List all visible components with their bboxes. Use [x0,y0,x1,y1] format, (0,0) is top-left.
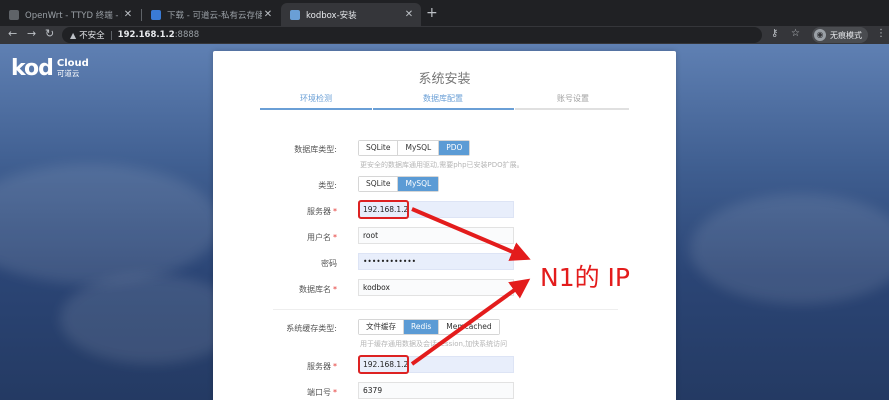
browser-toolbar: ← → ↻ ▲ 不安全 192.168.1.2 :8888 ⚷ ☆ ◉ 无痕模式… [0,26,889,44]
tab-title: OpenWrt - TTYD 终端 - LuCI [25,10,122,21]
tab-kodbox-install[interactable]: kodbox-安装 ✕ [281,3,421,26]
arrow-to-cache-server [410,278,531,366]
arrow-to-server [411,207,531,261]
kodcloud-icon [151,9,161,20]
key-icon[interactable]: ⚷ [771,28,778,39]
tab-openwrt[interactable]: OpenWrt - TTYD 终端 - LuCI ✕ [0,3,140,26]
close-icon[interactable]: ✕ [122,9,134,20]
kodbox-icon [290,9,300,20]
new-tab-button[interactable]: + [426,5,438,21]
page-viewport: kod Cloud 可道云 系统安装 环境检测 数据库配置 账号设置 数据库类型… [0,44,889,400]
annotation-arrows [410,207,531,366]
close-icon[interactable]: ✕ [403,9,415,20]
reload-icon[interactable]: ↻ [45,27,54,40]
warning-icon: ▲ [70,30,77,40]
profile-label: 无痕模式 [830,30,862,40]
annotation-label: N1的 IP [540,263,631,292]
close-icon[interactable]: ✕ [262,9,274,20]
menu-icon[interactable]: ⋮ [876,28,886,39]
terminal-icon [9,9,19,20]
forward-icon[interactable]: → [27,27,36,40]
url-host: 192.168.1.2 [117,30,175,40]
incognito-profile-button[interactable]: ◉ 无痕模式 [812,27,868,43]
url-port: :8888 [174,30,200,40]
tab-title: 下载 - 可道云-私有云存储&协同 [167,10,262,21]
star-icon[interactable]: ☆ [791,28,800,39]
browser-tab-bar: OpenWrt - TTYD 终端 - LuCI ✕ 下载 - 可道云-私有云存… [0,0,889,26]
tab-title: kodbox-安装 [306,10,357,21]
security-status: 不安全 [79,31,105,41]
address-divider [110,30,112,40]
incognito-icon: ◉ [814,29,826,41]
address-bar[interactable]: ▲ 不安全 192.168.1.2 :8888 [62,27,762,43]
tab-download[interactable]: 下载 - 可道云-私有云存储&协同 ✕ [142,3,280,26]
back-icon[interactable]: ← [8,27,17,40]
